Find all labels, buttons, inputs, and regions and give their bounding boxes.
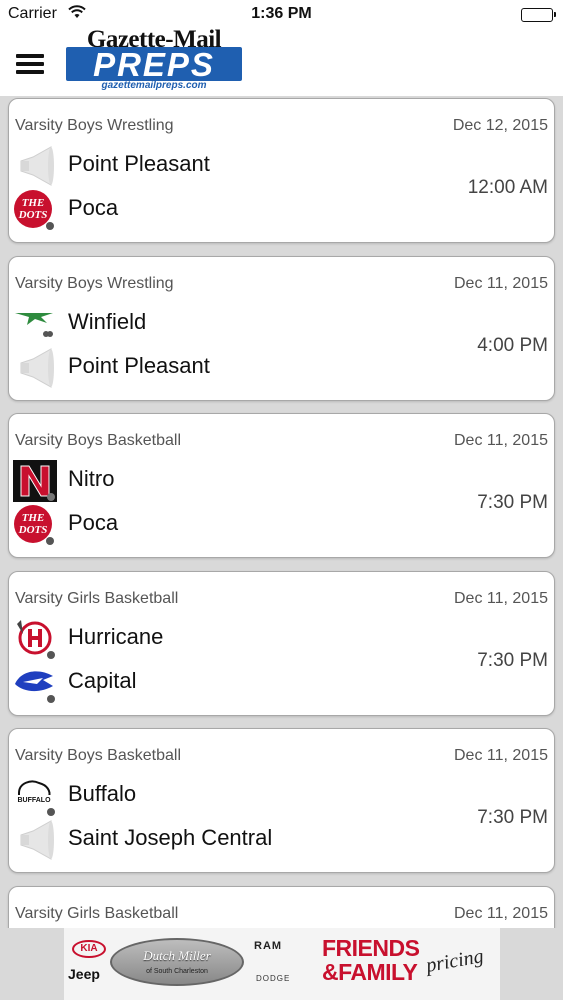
logo-main-text: PREPS — [93, 46, 215, 83]
game-date: Dec 11, 2015 — [454, 904, 548, 922]
home-team-row: Nitro — [13, 460, 393, 502]
ram-logo: RAM — [254, 940, 283, 952]
game-time: 7:30 PM — [477, 492, 548, 513]
battery-icon — [521, 8, 556, 22]
dealer-subtitle: of South Charleston — [146, 968, 208, 975]
home-team-name: Buffalo — [68, 781, 137, 806]
game-time: 7:30 PM — [477, 649, 548, 671]
ad-headline-family: &FAMILY — [322, 959, 418, 985]
app-logo: Gazette-Mail PREPS gazettemailpreps.com — [66, 26, 242, 94]
game-list[interactable]: Varsity Boys Wrestling Dec 12, 2015 12:0… — [0, 96, 563, 928]
megaphone-placeholder-icon — [13, 145, 57, 187]
game-date: Dec 12, 2015 — [452, 117, 548, 134]
away-team-name: Poca — [68, 510, 119, 535]
ad-pricing-text: pricing — [424, 945, 486, 977]
game-date: Dec 11, 2015 — [454, 432, 548, 449]
game-card[interactable]: Varsity Girls Basketball Dec 11, 2015 7:… — [8, 570, 555, 716]
kia-logo: KIA — [72, 940, 106, 958]
clock: 1:36 PM — [251, 5, 312, 22]
ad-headline-friends: FRIENDS — [322, 935, 420, 961]
svg-text:DOTS: DOTS — [18, 524, 48, 536]
sport-label: Varsity Boys Basketball — [15, 432, 181, 449]
svg-text:BUFFALO: BUFFALO — [17, 797, 51, 804]
away-team-row: THE DOTS Poca — [13, 504, 393, 546]
svg-text:THE: THE — [22, 197, 45, 209]
megaphone-placeholder-icon — [13, 819, 57, 861]
sport-label: Varsity Girls Basketball — [15, 589, 179, 607]
dodge-logo: DODGE — [256, 974, 291, 983]
game-date: Dec 11, 2015 — [454, 274, 548, 292]
nitro-n-logo-icon — [13, 460, 57, 502]
game-time: 12:00 AM — [467, 177, 548, 198]
ad-banner[interactable]: KIA Jeep Dutch Miller of South Charlesto… — [64, 928, 500, 1000]
game-card[interactable]: Varsity Girls Basketball Dec 11, 2015 — [8, 885, 555, 928]
hamburger-menu-icon[interactable] — [16, 54, 46, 76]
home-team-name: Point Pleasant — [68, 151, 210, 176]
home-team-name: Winfield — [68, 308, 147, 334]
home-team-row: Winfield — [13, 303, 393, 343]
away-team-name: Saint Joseph Central — [68, 825, 273, 850]
sport-label: Varsity Girls Basketball — [15, 904, 179, 922]
game-time: 4:00 PM — [477, 334, 548, 356]
game-card[interactable]: Varsity Boys Wrestling Dec 12, 2015 12:0… — [8, 98, 555, 243]
game-card[interactable]: Varsity Boys Wrestling Dec 11, 2015 4:00… — [8, 255, 555, 401]
svg-text:DOTS: DOTS — [18, 209, 48, 221]
away-team-name: Capital — [68, 667, 137, 693]
game-date: Dec 11, 2015 — [454, 589, 548, 607]
jeep-logo: Jeep — [68, 966, 100, 982]
game-time: 7:30 PM — [477, 807, 548, 828]
poca-dots-logo-icon: THE DOTS — [13, 504, 57, 546]
home-team-row: BUFFALO Buffalo — [13, 775, 393, 817]
poca-dots-logo-icon: THE DOTS — [13, 189, 57, 231]
hurricane-h-logo-icon — [13, 618, 57, 660]
sport-label: Varsity Boys Basketball — [15, 747, 181, 764]
capital-cougar-logo-icon — [13, 662, 57, 704]
app-header: Gazette-Mail PREPS gazettemailpreps.com — [0, 26, 563, 96]
away-team-row: Point Pleasant — [13, 347, 393, 389]
winfield-logo-icon — [13, 303, 57, 345]
sport-label: Varsity Boys Wrestling — [15, 274, 174, 292]
away-team-row: THE DOTS Poca — [13, 189, 393, 231]
home-team-row: Hurricane — [13, 618, 393, 660]
game-card[interactable]: Varsity Boys Basketball Dec 11, 2015 7:3… — [8, 728, 555, 873]
home-team-row: Point Pleasant — [13, 145, 393, 187]
away-team-row: Capital — [13, 662, 393, 704]
away-team-name: Poca — [68, 195, 119, 220]
svg-text:THE: THE — [22, 512, 45, 524]
away-team-name: Point Pleasant — [68, 352, 210, 378]
home-team-name: Hurricane — [68, 623, 164, 649]
megaphone-placeholder-icon — [13, 347, 57, 389]
game-date: Dec 11, 2015 — [454, 747, 548, 764]
dealer-name: Dutch Miller — [143, 948, 211, 963]
home-team-name: Nitro — [68, 466, 115, 491]
away-team-row: Saint Joseph Central — [13, 819, 393, 861]
game-card[interactable]: Varsity Boys Basketball Dec 11, 2015 7:3… — [8, 413, 555, 558]
buffalo-logo-icon: BUFFALO — [13, 775, 57, 817]
logo-url: gazettemailpreps.com — [101, 80, 207, 91]
sport-label: Varsity Boys Wrestling — [15, 117, 174, 134]
